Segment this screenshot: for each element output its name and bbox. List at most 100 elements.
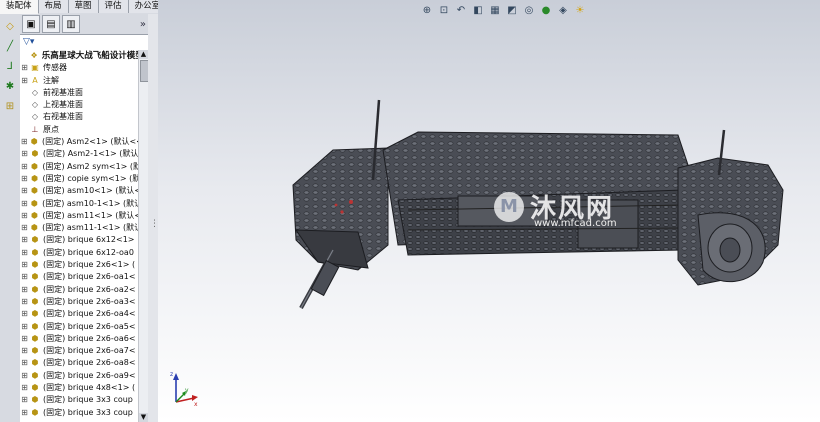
tree-item-label: 前视基准面 — [43, 87, 83, 97]
tree-item-label: (固定) asm10<1> (默认< — [42, 186, 138, 196]
tree-item[interactable]: ⊞ ⬢ (固定) brique 4x8<1> ( — [20, 382, 138, 394]
tree-item[interactable]: ⊞ ⬢ (固定) asm11<1> (默认< — [20, 210, 138, 222]
expand-icon[interactable]: ⊞ — [20, 284, 29, 296]
tree-item[interactable]: ⊞ ⬢ (固定) brique 2x6-oa8< — [20, 357, 138, 369]
left-tool-strip: ◇ ╱ ⅃ ✱ ⊞ — [0, 14, 21, 422]
panel-splitter[interactable]: ⋮ — [148, 14, 159, 422]
expand-icon[interactable]: ⊞ — [20, 296, 29, 308]
expand-icon[interactable]: ⊞ — [20, 75, 29, 87]
tree-item[interactable]: ⊞ ⬢ (固定) Asm2-1<1> (默认 — [20, 148, 138, 160]
expand-icon[interactable]: ⊞ — [20, 210, 29, 222]
component-icon: ⬢ — [30, 137, 38, 147]
tree-item[interactable]: ⊞ ⬢ (固定) brique 3x3 coup — [20, 407, 138, 419]
tree-item-label: (固定) brique 2x6<1> ( — [43, 260, 136, 270]
tree-item[interactable]: ⊞ ⬢ (固定) asm11-1<1> (默认 — [20, 222, 138, 234]
tree-item[interactable]: ⊞ ▣ 传感器 — [20, 62, 138, 74]
feature-manager-icon[interactable]: ▣ — [22, 15, 40, 33]
tree-item[interactable]: ⊞ ⬢ (固定) brique 2x6<1> ( — [20, 259, 138, 271]
tree-item-label: (固定) brique 4x8<1> ( — [43, 383, 136, 393]
expand-icon[interactable]: ⊞ — [20, 333, 29, 345]
tree-item[interactable]: ❖ 乐高星球大战飞船设计模型 — [20, 50, 138, 62]
expand-icon[interactable]: ⊞ — [20, 247, 29, 259]
tree-item-label: (固定) asm11<1> (默认< — [42, 210, 138, 220]
tree-panel-header: ▣ ▤ ▥ » — [20, 14, 148, 35]
tree-item[interactable]: ⊞ ⬢ (固定) brique 2x6-oa9< — [20, 370, 138, 382]
expand-icon[interactable]: ⊞ — [20, 370, 29, 382]
plane-icon: ◇ — [31, 87, 39, 97]
tab-2[interactable]: 草图 — [68, 0, 99, 13]
tree-item[interactable]: ⊞ A 注解 — [20, 75, 138, 87]
tab-3[interactable]: 评估 — [98, 0, 129, 13]
configuration-manager-icon[interactable]: ▥ — [62, 15, 80, 33]
tree-item[interactable]: ⊞ ⬢ (固定) brique 2x6-oa2< — [20, 284, 138, 296]
expand-icon[interactable]: ⊞ — [20, 234, 29, 246]
expand-icon[interactable]: ⊞ — [20, 148, 29, 160]
component-icon: ⬢ — [31, 346, 39, 356]
tree-item[interactable]: ⊞ ⬢ (固定) asm10-1<1> (默认 — [20, 198, 138, 210]
expand-icon[interactable]: ⊞ — [20, 308, 29, 320]
tree-item[interactable]: ⊞ ⬢ (固定) brique 2x6-oa4< — [20, 308, 138, 320]
tab-1[interactable]: 布局 — [38, 0, 69, 13]
component-icon: ⬢ — [31, 235, 39, 245]
tree-item[interactable]: ◇ 上视基准面 — [20, 99, 138, 111]
tree-item[interactable]: ⊞ ⬢ (固定) brique 6x12<1> — [20, 234, 138, 246]
tree-item[interactable]: ⊞ ⬢ (固定) brique 3x3 coup — [20, 394, 138, 406]
tree-item[interactable]: ⊞ ⬢ (固定) brique 2x6-oa5< — [20, 321, 138, 333]
expand-icon[interactable]: ⊞ — [20, 382, 29, 394]
tree-item[interactable]: ◇ 前视基准面 — [20, 87, 138, 99]
expand-icon[interactable]: ⊞ — [20, 394, 29, 406]
expand-icon[interactable]: ⊞ — [20, 62, 29, 74]
expand-icon[interactable]: ⊞ — [20, 357, 29, 369]
spaceship-assembly-model[interactable] — [158, 0, 820, 422]
expand-icon[interactable]: ⊞ — [20, 185, 29, 197]
assembly-icon: ❖ — [30, 51, 38, 60]
expand-icon[interactable]: ⊞ — [20, 173, 29, 185]
sketch-line-icon[interactable]: ╱ — [2, 38, 18, 54]
expand-icon[interactable]: ⊞ — [20, 136, 29, 148]
tree-item-label: (固定) brique 2x6-oa1< — [43, 272, 136, 282]
expand-icon[interactable]: ⊞ — [20, 407, 29, 419]
component-icon: ⬢ — [31, 296, 39, 306]
expand-icon[interactable]: ⊞ — [20, 198, 29, 210]
tree-item-label: (固定) copie sym<1> (默 — [42, 173, 138, 183]
tab-0[interactable]: 装配体 — [0, 0, 39, 14]
tree-item[interactable]: ⊞ ⬢ (固定) Asm2 sym<1> (默 — [20, 161, 138, 173]
tree-item[interactable]: ⊞ ⬢ (固定) copie sym<1> (默 — [20, 173, 138, 185]
component-icon: ⬢ — [31, 272, 39, 282]
tree-item[interactable]: ⊥ 原点 — [20, 124, 138, 136]
explode-icon[interactable]: ✱ — [2, 78, 18, 94]
tree-scrollbar[interactable]: ▲ ▼ — [138, 50, 149, 422]
tree-item[interactable]: ⊞ ⬢ (固定) brique 2x6-oa3< — [20, 296, 138, 308]
tree-item[interactable]: ⊞ ⬢ (固定) brique 2x6-oa6< — [20, 333, 138, 345]
triad-icon[interactable]: ⅃ — [2, 58, 18, 74]
property-manager-icon[interactable]: ▤ — [42, 15, 60, 33]
expand-icon[interactable]: ⊞ — [20, 259, 29, 271]
tree-item-label: (固定) brique 2x6-oa6< — [43, 333, 136, 343]
expand-icon[interactable]: ⊞ — [20, 161, 29, 173]
mates-icon[interactable]: ⊞ — [2, 98, 18, 114]
tree-item[interactable]: ⊞ ⬢ (固定) brique 2x6-oa1< — [20, 271, 138, 283]
tree-item-label: 乐高星球大战飞船设计模型 — [41, 51, 138, 61]
expand-icon[interactable]: ⊞ — [20, 222, 29, 234]
tree-item-label: (固定) brique 2x6-oa5< — [43, 321, 136, 331]
tree-filter-button[interactable]: ▽▾ — [20, 35, 148, 48]
tree-item[interactable]: ⊞ ⬢ (固定) asm10<1> (默认< — [20, 185, 138, 197]
expand-icon[interactable]: ⊞ — [20, 321, 29, 333]
expand-icon[interactable]: ⊞ — [20, 345, 29, 357]
tree-item-label: (固定) brique 2x6-oa4< — [43, 309, 136, 319]
tree-item[interactable]: ◇ 右视基准面 — [20, 111, 138, 123]
component-icon: ⬢ — [31, 407, 39, 417]
scroll-down-arrow[interactable]: ▼ — [139, 413, 148, 422]
tree-item[interactable]: ⊞ ⬢ (固定) brique 6x12-oa0 — [20, 247, 138, 259]
smart-dimension-icon[interactable]: ◇ — [2, 18, 18, 34]
tree-item-label: (固定) brique 6x12-oa0 — [43, 247, 134, 257]
tree-item[interactable]: ⊞ ⬢ (固定) brique 2x6-oa7< — [20, 345, 138, 357]
scroll-up-arrow[interactable]: ▲ — [139, 50, 148, 59]
expand-icon[interactable]: ⊞ — [20, 271, 29, 283]
feature-tree-panel: ▣ ▤ ▥ » ▽▾ ❖ 乐高星球大战飞船设计模型 ⊞ ▣ 传感器 ⊞ A 注解 ◇ 前视基准面 ◇… — [20, 14, 149, 422]
more-tabs-button[interactable]: » — [140, 19, 146, 30]
component-icon: ⬢ — [31, 186, 39, 196]
tree-item[interactable]: ⊞ ⬢ (固定) Asm2<1> (默认<< — [20, 136, 138, 148]
tree-item-label: (固定) brique 2x6-oa7< — [43, 346, 136, 356]
graphics-viewport[interactable]: ⊕ ⊡ ↶ ◧ ▦ ◩ ◎ ● ◈ ☀ M 沐风网 www.mfcad.com — [158, 0, 820, 422]
